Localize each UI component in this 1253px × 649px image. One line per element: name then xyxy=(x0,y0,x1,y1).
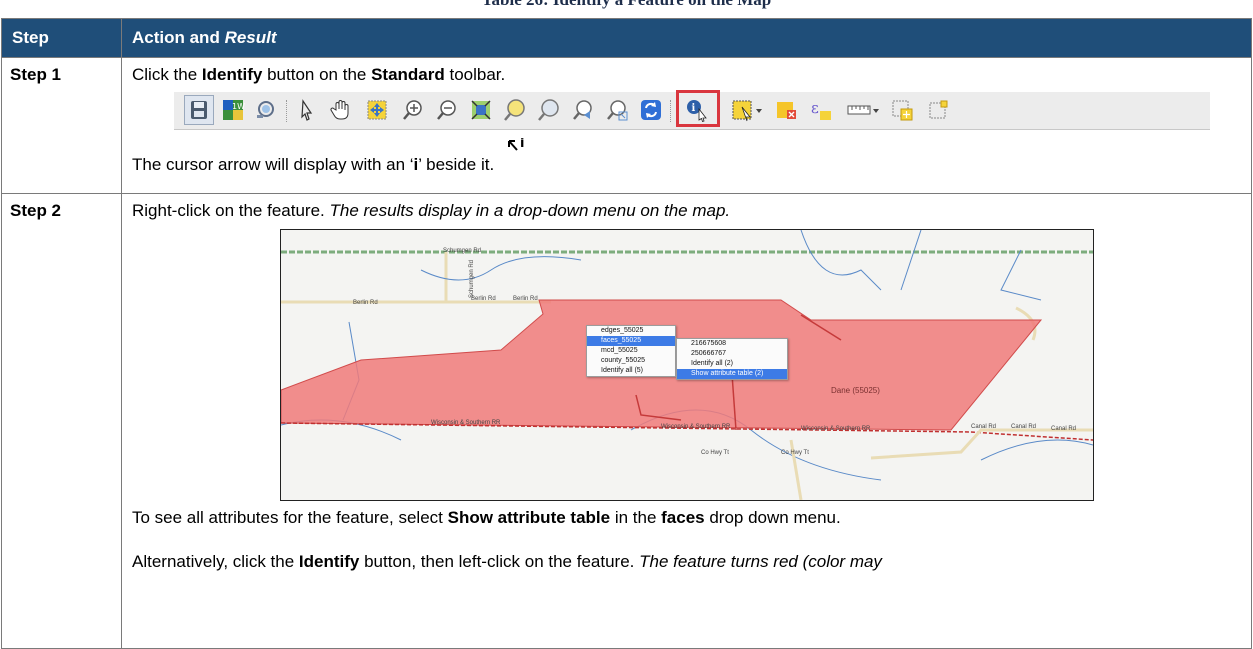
map-road-label: Co Hwy Tt xyxy=(701,450,729,456)
identify-results-menu: edges_55025 faces_55025 mcd_55025 county… xyxy=(586,325,676,377)
note-show-attribute-bold: Show attribute table xyxy=(447,508,611,527)
svg-text:ε: ε xyxy=(811,99,819,117)
map-road-label: Berlin Rd xyxy=(471,296,496,302)
step1-text-e: toolbar. xyxy=(444,65,506,84)
table-header-row: Step Action and Result xyxy=(1,18,1252,58)
cursor-note: The cursor arrow will display with an ‘ i… xyxy=(132,136,1241,176)
style-icon[interactable] xyxy=(252,97,278,123)
table-row-step1: Step 1 Click the Identify button on the … xyxy=(1,57,1252,194)
select-features-icon[interactable] xyxy=(730,97,762,123)
steps-table: Step Action and Result Step 1 Click the … xyxy=(1,18,1252,649)
note-text-e: drop down menu. xyxy=(704,508,841,527)
zoom-last-icon[interactable] xyxy=(570,97,596,123)
deselect-icon[interactable] xyxy=(774,97,800,123)
step1-label: Step 1 xyxy=(1,57,122,194)
refresh-icon[interactable] xyxy=(638,97,664,123)
table-caption: Table 26: Identify a Feature on the Map xyxy=(0,0,1253,10)
map-road-label: Berlin Rd xyxy=(513,296,538,302)
step1-text-c: button on the xyxy=(262,65,372,84)
map-screenshot: Schumgen Rd Schumgen Rd Berlin Rd Berlin… xyxy=(280,229,1094,501)
identify-icon[interactable]: i xyxy=(684,97,710,123)
submenu-item-id[interactable]: 250666767 xyxy=(677,349,787,359)
new-layer-icon[interactable]: 1W xyxy=(220,97,246,123)
map-road-label: Canal Rd xyxy=(1051,426,1077,432)
map-road-label: Wisconsin & Southern RR xyxy=(661,424,731,430)
faces-submenu: 216675608 250666767 Identify all (2) Sho… xyxy=(676,338,788,380)
zoom-in-icon[interactable] xyxy=(400,97,426,123)
menu-item-identify-all[interactable]: Identify all (5) xyxy=(587,366,675,376)
map-road-label: Wisconsin & Southern RR xyxy=(431,420,501,426)
menu-item-edges[interactable]: edges_55025 xyxy=(587,326,675,336)
expression-select-icon[interactable]: ε xyxy=(808,97,834,123)
table-row-step2: Step 2 Right-click on the feature. The r… xyxy=(1,193,1252,649)
zoom-layer-icon[interactable] xyxy=(536,97,562,123)
header-action: Action and Result xyxy=(121,18,1252,58)
pan-hand-icon[interactable] xyxy=(328,97,354,123)
step2-attribute-note: To see all attributes for the feature, s… xyxy=(132,507,1241,529)
map-road-label: Berlin Rd xyxy=(353,300,378,306)
step2-text-a: Right-click on the feature. xyxy=(132,201,330,220)
header-step: Step xyxy=(1,18,122,58)
svg-text:i: i xyxy=(692,103,696,114)
menu-item-mcd[interactable]: mcd_55025 xyxy=(587,346,675,356)
alt-text-c: button, then left-click on the feature. xyxy=(359,552,640,571)
header-action-text: Action and xyxy=(132,28,225,47)
save-icon[interactable] xyxy=(184,95,214,125)
note-text-a: To see all attributes for the feature, s… xyxy=(132,508,448,527)
step2-alternative-note: Alternatively, click the Identify button… xyxy=(132,551,1241,573)
step1-body: Click the Identify button on the Standar… xyxy=(121,57,1252,194)
cursor-letter: i xyxy=(520,138,524,151)
map-road-label: Wisconsin & Southern RR xyxy=(801,426,871,432)
map-road-label: Schumgen Rd xyxy=(443,248,482,254)
cursor-note-text-c: ’ beside it. xyxy=(418,155,495,174)
alt-text-a: Alternatively, click the xyxy=(132,552,299,571)
step1-text-a: Click the xyxy=(132,65,202,84)
toolbar-separator xyxy=(670,100,673,122)
header-result-text: Result xyxy=(224,28,277,47)
standard-toolbar: 1W i ε xyxy=(174,90,1210,130)
zoom-full-icon[interactable] xyxy=(468,97,494,123)
map-road-label: Canal Rd xyxy=(1011,424,1037,430)
submenu-item-identify-all[interactable]: Identify all (2) xyxy=(677,359,787,369)
step2-result-italic: The results display in a drop-down menu … xyxy=(329,201,731,220)
step2-body: Right-click on the feature. The results … xyxy=(121,193,1252,649)
zoom-next-icon[interactable] xyxy=(604,97,630,123)
zoom-selection-icon[interactable] xyxy=(502,97,528,123)
submenu-item-id[interactable]: 216675608 xyxy=(677,339,787,349)
menu-item-faces[interactable]: faces_55025 xyxy=(587,336,675,346)
map-region-label: Dane (55025) xyxy=(831,386,880,395)
note-text-c: in the xyxy=(610,508,662,527)
note-faces-bold: faces xyxy=(661,508,705,527)
step1-identify-bold: Identify xyxy=(201,65,263,84)
zoom-out-icon[interactable] xyxy=(434,97,460,123)
measure-icon[interactable] xyxy=(846,97,879,123)
menu-item-county[interactable]: county_55025 xyxy=(587,356,675,366)
toolbar-separator xyxy=(286,100,289,122)
identify-cursor-icon: i xyxy=(507,136,531,164)
map-road-label: Co Hwy Tt xyxy=(781,450,809,456)
cursor-note-text-a: The cursor arrow will display with an ‘ xyxy=(132,155,414,174)
pan-to-selection-icon[interactable] xyxy=(364,97,390,123)
new-feature-icon[interactable] xyxy=(890,97,916,123)
step2-label: Step 2 xyxy=(1,193,122,649)
alt-result-italic: The feature turns red (color may xyxy=(639,552,882,571)
svg-text:1W: 1W xyxy=(232,102,245,111)
map-road-label: Canal Rd xyxy=(971,424,997,430)
step1-instruction: Click the Identify button on the Standar… xyxy=(132,64,1241,86)
add-item-icon[interactable] xyxy=(926,97,952,123)
step1-standard-bold: Standard xyxy=(371,65,445,84)
step2-instruction: Right-click on the feature. The results … xyxy=(132,200,1241,222)
select-arrow-icon[interactable] xyxy=(294,97,320,123)
submenu-item-show-attribute-table[interactable]: Show attribute table (2) xyxy=(677,369,787,379)
alt-identify-bold: Identify xyxy=(298,552,360,571)
